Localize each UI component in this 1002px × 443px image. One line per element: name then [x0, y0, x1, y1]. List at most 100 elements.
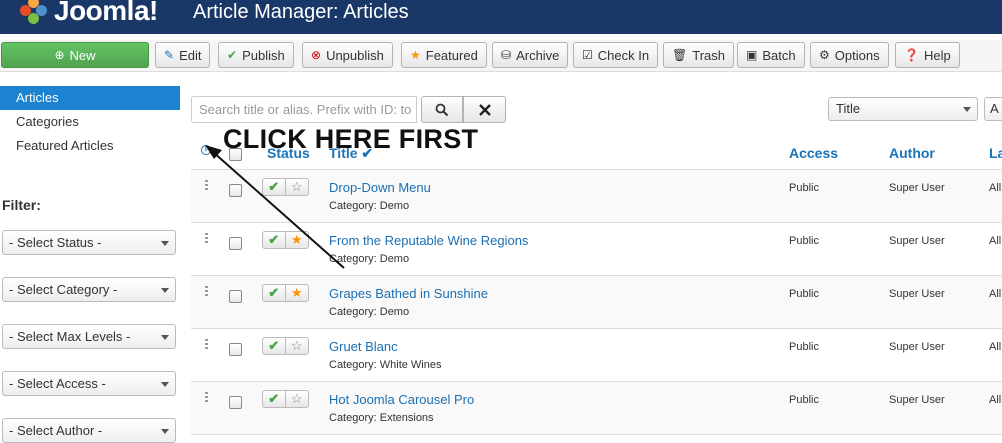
caret-down-icon	[161, 288, 169, 293]
sidebar-item-articles[interactable]: Articles	[0, 86, 180, 110]
caret-down-icon	[161, 382, 169, 387]
publish-button[interactable]: ✔ Publish	[218, 42, 294, 68]
trash-icon: 🗑	[672, 48, 688, 62]
sort-direction-select[interactable]: A	[984, 97, 1002, 121]
ordering-sort-icon[interactable]: ⇕	[201, 145, 211, 155]
gear-icon: ⚙	[819, 48, 830, 62]
caret-down-icon	[161, 335, 169, 340]
star-icon: ★	[410, 48, 421, 62]
caret-down-icon	[161, 241, 169, 246]
close-icon	[478, 103, 491, 116]
featured-label: Featured	[425, 47, 478, 63]
article-category: Category: Demo	[329, 253, 410, 265]
help-label: Help	[923, 47, 951, 63]
status-toggle: ✔ ★	[262, 231, 309, 249]
article-title-link[interactable]: Gruet Blanc	[329, 339, 398, 354]
trash-label: Trash	[692, 47, 725, 63]
publish-label: Publish	[242, 47, 285, 63]
author-column-header[interactable]: Author	[889, 145, 935, 161]
options-button[interactable]: ⚙ Options	[810, 42, 889, 68]
access-filter-select[interactable]: - Select Access -	[2, 371, 176, 396]
access-column-header[interactable]: Access	[789, 145, 838, 161]
search-input[interactable]: Search title or alias. Prefix with ID: t…	[191, 96, 417, 123]
language-value: All	[989, 394, 1002, 406]
edit-button[interactable]: ✎ Edit	[155, 42, 211, 68]
joomla-logo-icon	[20, 0, 48, 25]
drag-handle-icon[interactable]	[205, 233, 208, 243]
featured-star-icon[interactable]: ★	[286, 285, 308, 301]
published-check-icon[interactable]: ✔	[263, 179, 286, 195]
author-filter-value: - Select Author -	[9, 423, 103, 438]
joomla-logo[interactable]: Joomla!	[20, 0, 158, 28]
archive-label: Archive	[516, 47, 560, 63]
row-checkbox[interactable]	[229, 343, 242, 356]
article-title-link[interactable]: From the Reputable Wine Regions	[329, 233, 528, 248]
new-button[interactable]: ⊕ New	[1, 42, 149, 68]
row-checkbox[interactable]	[229, 237, 242, 250]
sidebar-item-featured-articles[interactable]: Featured Articles	[0, 134, 180, 158]
article-title-link[interactable]: Hot Joomla Carousel Pro	[329, 392, 474, 407]
author-value[interactable]: Super User	[889, 235, 945, 247]
unfeatured-star-icon[interactable]: ☆	[286, 391, 308, 407]
drag-handle-icon[interactable]	[205, 286, 208, 296]
options-label: Options	[834, 47, 880, 63]
trash-button[interactable]: 🗑 Trash	[663, 42, 734, 68]
published-check-icon[interactable]: ✔	[263, 391, 286, 407]
plus-circle-icon: ⊕	[54, 48, 65, 62]
published-check-icon[interactable]: ✔	[263, 338, 286, 354]
language-value: All	[989, 182, 1002, 194]
check-in-label: Check In	[597, 47, 650, 63]
logo-text: Joomla!	[54, 0, 158, 26]
archive-button[interactable]: ⛁ Archive	[492, 42, 569, 68]
unfeatured-star-icon[interactable]: ☆	[286, 338, 308, 354]
access-value: Public	[789, 288, 819, 300]
status-filter-value: - Select Status -	[9, 235, 102, 250]
drag-handle-icon[interactable]	[205, 180, 208, 190]
toolbar: ⊕ New ✎ Edit ✔ Publish ⊗ Unpublish ★ Featured…	[0, 40, 1002, 72]
page-title: Article Manager: Articles	[193, 1, 409, 23]
status-toggle: ✔ ☆	[262, 178, 309, 196]
unfeatured-star-icon[interactable]: ☆	[286, 179, 308, 195]
unpublish-button[interactable]: ⊗ Unpublish	[302, 42, 393, 68]
row-checkbox[interactable]	[229, 396, 242, 409]
author-filter-select[interactable]: - Select Author -	[2, 418, 176, 443]
published-check-icon[interactable]: ✔	[263, 232, 286, 248]
drag-handle-icon[interactable]	[205, 392, 208, 402]
edit-icon: ✎	[164, 48, 175, 62]
max-levels-filter-select[interactable]: - Select Max Levels -	[2, 324, 176, 349]
batch-button[interactable]: ▣ Batch	[737, 42, 805, 68]
category-filter-select[interactable]: - Select Category -	[2, 277, 176, 302]
table-row: ✔ ☆ Gruet Blanc Category: White Wines Pub…	[191, 329, 1002, 382]
published-check-icon[interactable]: ✔	[263, 285, 286, 301]
author-value[interactable]: Super User	[889, 341, 945, 353]
article-category: Category: Demo	[329, 306, 410, 318]
article-title-link[interactable]: Drop-Down Menu	[329, 180, 431, 195]
featured-star-icon[interactable]: ★	[286, 232, 308, 248]
article-category: Category: Demo	[329, 200, 410, 212]
search-button[interactable]	[421, 96, 463, 123]
drag-handle-icon[interactable]	[205, 339, 208, 349]
sidebar-item-categories[interactable]: Categories	[0, 110, 180, 134]
checkbox-icon: ☑	[582, 48, 593, 62]
edit-label: Edit	[179, 47, 202, 63]
row-checkbox[interactable]	[229, 184, 242, 197]
status-filter-select[interactable]: - Select Status -	[2, 230, 176, 255]
clear-search-button[interactable]	[463, 96, 506, 123]
article-title-link[interactable]: Grapes Bathed in Sunshine	[329, 286, 488, 301]
language-value: All	[989, 341, 1002, 353]
featured-button[interactable]: ★ Featured	[401, 42, 487, 68]
check-in-button[interactable]: ☑ Check In	[573, 42, 659, 68]
help-button[interactable]: ❓ Help	[895, 42, 960, 68]
category-filter-value: - Select Category -	[9, 282, 118, 297]
archive-icon: ⛁	[501, 48, 512, 62]
access-value: Public	[789, 182, 819, 194]
author-value[interactable]: Super User	[889, 394, 945, 406]
author-value[interactable]: Super User	[889, 182, 945, 194]
row-checkbox[interactable]	[229, 290, 242, 303]
status-toggle: ✔ ☆	[262, 390, 309, 408]
sort-field-select[interactable]: Title	[828, 97, 978, 121]
author-value[interactable]: Super User	[889, 288, 945, 300]
language-column-header[interactable]: La	[989, 145, 1002, 161]
language-value: All	[989, 235, 1002, 247]
access-value: Public	[789, 341, 819, 353]
